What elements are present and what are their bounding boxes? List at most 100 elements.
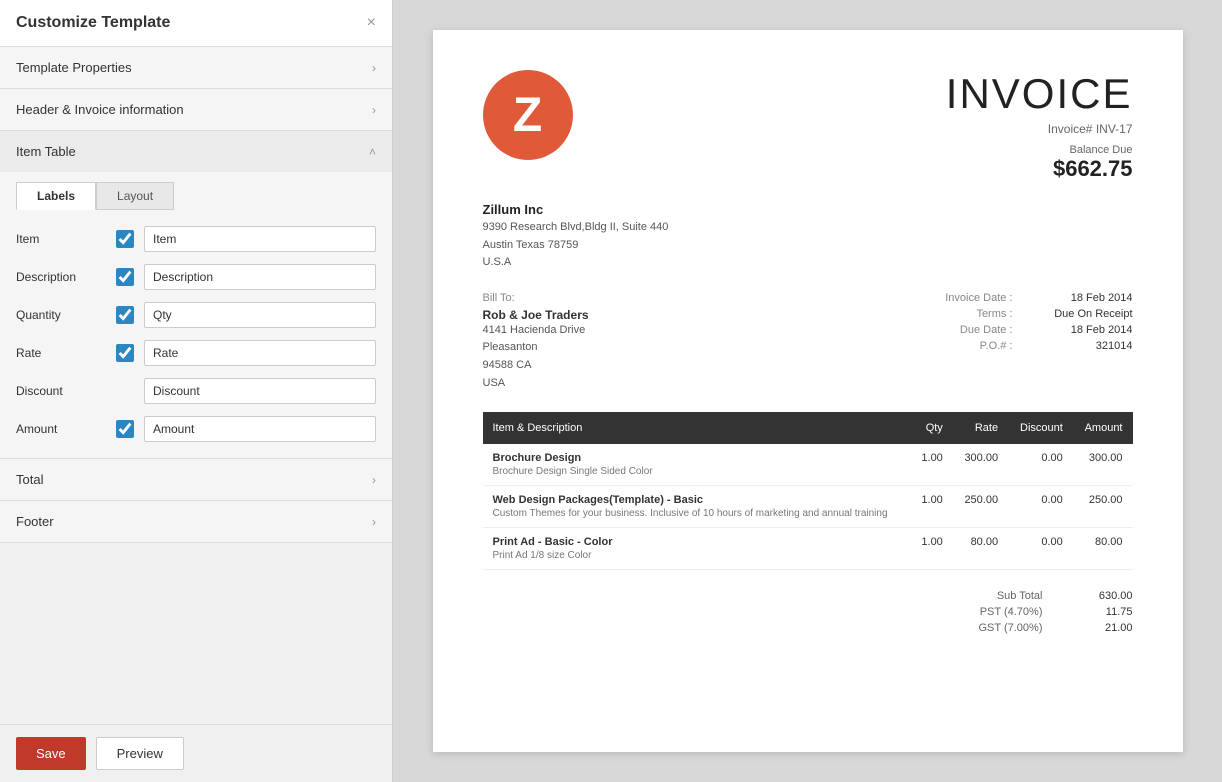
item-name-desc: Web Design Packages(Template) - Basic Cu… xyxy=(483,486,911,528)
total-key: PST (4.70%) xyxy=(853,606,1043,618)
detail-row: Invoice Date :18 Feb 2014 xyxy=(945,292,1132,304)
preview-button[interactable]: Preview xyxy=(96,737,184,770)
total-row: Sub Total630.00 xyxy=(853,590,1133,602)
table-row: Brochure Design Brochure Design Single S… xyxy=(483,444,1133,486)
bill-to-address: 4141 Hacienda Drive Pleasanton 94588 CA … xyxy=(483,322,589,392)
detail-key: P.O.# : xyxy=(980,340,1013,352)
right-panel: Z INVOICE Invoice# INV-17 Balance Due $6… xyxy=(393,0,1222,782)
invoice-paper: Z INVOICE Invoice# INV-17 Balance Due $6… xyxy=(433,30,1183,752)
field-checkbox-quantity[interactable] xyxy=(116,306,134,324)
field-row-discount: Discount xyxy=(16,372,376,410)
table-header-cell: Amount xyxy=(1073,412,1133,444)
panel-footer: Save Preview xyxy=(0,724,392,782)
detail-row: P.O.# :321014 xyxy=(945,340,1132,352)
item-name: Print Ad - Basic - Color xyxy=(493,536,901,548)
bill-to-address-line4: USA xyxy=(483,377,506,389)
item-description: Print Ad 1/8 size Color xyxy=(493,550,901,561)
field-row-item: Item xyxy=(16,220,376,258)
tab-layout[interactable]: Layout xyxy=(96,182,174,210)
invoice-number-value: INV-17 xyxy=(1096,122,1133,136)
total-value: 11.75 xyxy=(1073,606,1133,618)
item-amount: 250.00 xyxy=(1073,486,1133,528)
bill-to-address-line3: 94588 CA xyxy=(483,359,532,371)
field-input-item[interactable] xyxy=(144,226,376,252)
total-key: GST (7.00%) xyxy=(853,622,1043,634)
item-discount: 0.00 xyxy=(1008,444,1073,486)
chevron-right-icon-2: › xyxy=(372,103,376,117)
save-button[interactable]: Save xyxy=(16,737,86,770)
company-logo: Z xyxy=(483,70,573,160)
item-table-header[interactable]: Item Table ˄ xyxy=(0,131,392,172)
field-label-amount: Amount xyxy=(16,422,106,436)
company-address: 9390 Research Blvd,Bldg II, Suite 440 Au… xyxy=(483,219,1133,272)
fields-list: Item Description Quantity Rate xyxy=(0,210,392,458)
item-rate: 80.00 xyxy=(953,528,1008,570)
field-row-quantity: Quantity xyxy=(16,296,376,334)
item-qty: 1.00 xyxy=(910,528,953,570)
invoice-meta: Bill To: Rob & Joe Traders 4141 Hacienda… xyxy=(483,292,1133,392)
field-checkbox-rate[interactable] xyxy=(116,344,134,362)
detail-row: Terms : Due On Receipt xyxy=(945,308,1132,320)
detail-key: Invoice Date : xyxy=(945,292,1012,304)
section-total[interactable]: Total › xyxy=(0,459,392,501)
close-icon[interactable]: × xyxy=(367,14,376,32)
section-template-properties-label: Template Properties xyxy=(16,60,132,75)
item-name: Brochure Design xyxy=(493,452,901,464)
field-input-discount[interactable] xyxy=(144,378,376,404)
field-label-discount: Discount xyxy=(16,384,106,398)
item-amount: 300.00 xyxy=(1073,444,1133,486)
tab-labels[interactable]: Labels xyxy=(16,182,96,210)
invoice-number-label: Invoice# xyxy=(1048,122,1093,136)
item-table-label: Item Table xyxy=(16,144,76,159)
field-input-description[interactable] xyxy=(144,264,376,290)
invoice-details-block: Invoice Date :18 Feb 2014 Terms : Due On R… xyxy=(945,292,1132,392)
field-label-description: Description xyxy=(16,270,106,284)
item-table: Item & DescriptionQtyRateDiscountAmount … xyxy=(483,412,1133,570)
detail-row: Due Date :18 Feb 2014 xyxy=(945,324,1132,336)
section-footer-label: Footer xyxy=(16,514,54,529)
balance-due-label: Balance Due xyxy=(946,144,1133,156)
chevron-right-icon-4: › xyxy=(372,515,376,529)
company-address-line2: Austin Texas 78759 xyxy=(483,239,579,251)
field-input-rate[interactable] xyxy=(144,340,376,366)
detail-key: Terms : xyxy=(976,308,1012,320)
table-header-cell: Discount xyxy=(1008,412,1073,444)
field-input-quantity[interactable] xyxy=(144,302,376,328)
field-checkbox-item[interactable] xyxy=(116,230,134,248)
item-rate: 300.00 xyxy=(953,444,1008,486)
field-checkbox-description[interactable] xyxy=(116,268,134,286)
invoice-title-block: INVOICE Invoice# INV-17 Balance Due $662… xyxy=(946,70,1133,182)
invoice-title: INVOICE xyxy=(946,70,1133,118)
field-label-rate: Rate xyxy=(16,346,106,360)
field-label-quantity: Quantity xyxy=(16,308,106,322)
chevron-up-icon: ˄ xyxy=(369,145,376,159)
balance-due-amount: $662.75 xyxy=(946,156,1133,182)
bill-to-address-line1: 4141 Hacienda Drive xyxy=(483,324,586,336)
item-name-desc: Print Ad - Basic - Color Print Ad 1/8 si… xyxy=(483,528,911,570)
panel-header: Customize Template × xyxy=(0,0,392,47)
item-discount: 0.00 xyxy=(1008,528,1073,570)
detail-key: Due Date : xyxy=(960,324,1013,336)
company-address-line3: U.S.A xyxy=(483,256,512,268)
bill-to-address-line2: Pleasanton xyxy=(483,341,538,353)
field-input-amount[interactable] xyxy=(144,416,376,442)
invoice-top: Z INVOICE Invoice# INV-17 Balance Due $6… xyxy=(483,70,1133,182)
field-checkbox-amount[interactable] xyxy=(116,420,134,438)
field-label-item: Item xyxy=(16,232,106,246)
table-header-cell: Qty xyxy=(910,412,953,444)
section-template-properties[interactable]: Template Properties › xyxy=(0,47,392,89)
total-row: PST (4.70%) 11.75 xyxy=(853,606,1133,618)
section-footer[interactable]: Footer › xyxy=(0,501,392,543)
bill-to-label: Bill To: xyxy=(483,292,589,304)
item-amount: 80.00 xyxy=(1073,528,1133,570)
bill-to-block: Bill To: Rob & Joe Traders 4141 Hacienda… xyxy=(483,292,589,392)
item-qty: 1.00 xyxy=(910,486,953,528)
table-header-cell: Item & Description xyxy=(483,412,911,444)
field-row-rate: Rate xyxy=(16,334,376,372)
section-header-invoice[interactable]: Header & Invoice information › xyxy=(0,89,392,131)
item-description: Custom Themes for your business. Inclusi… xyxy=(493,508,901,519)
detail-value: Due On Receipt xyxy=(1033,308,1133,320)
chevron-right-icon: › xyxy=(372,61,376,75)
tabs-container: Labels Layout xyxy=(0,172,392,210)
table-row: Web Design Packages(Template) - Basic Cu… xyxy=(483,486,1133,528)
